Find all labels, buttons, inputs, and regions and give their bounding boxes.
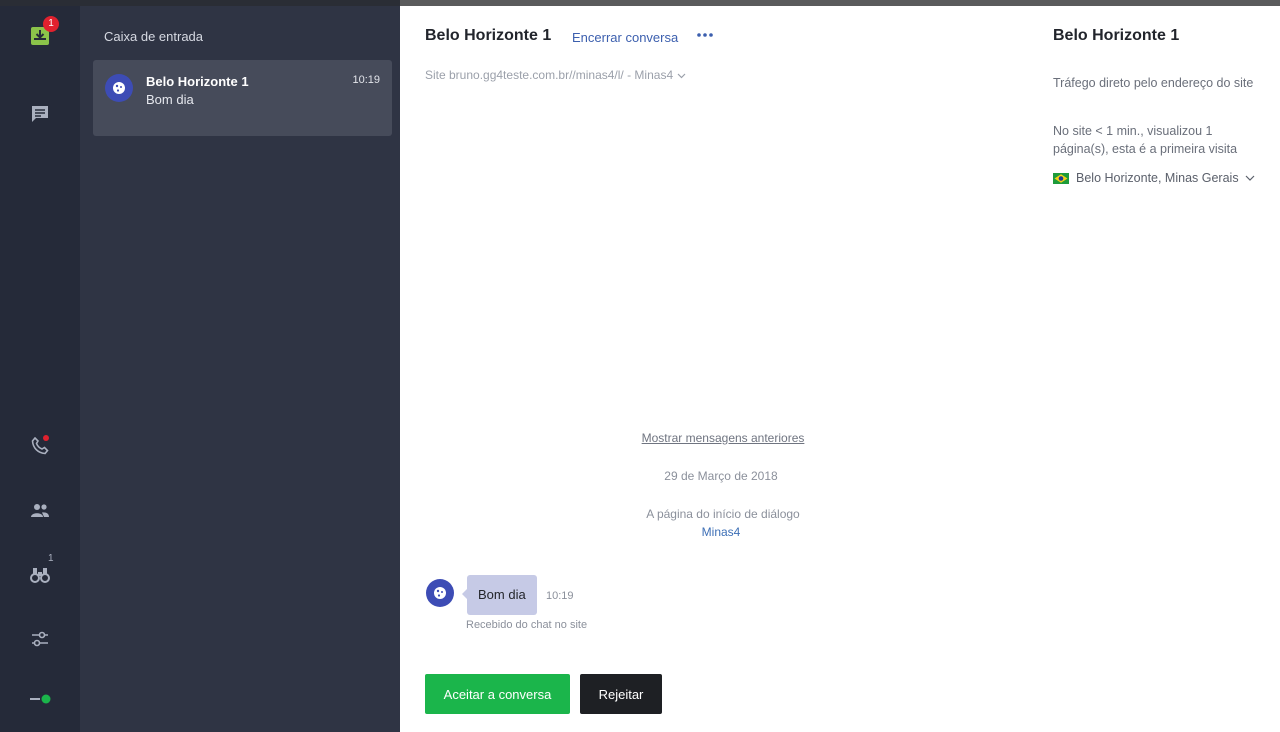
brazil-flag-icon: [1053, 172, 1069, 184]
inbox-title: Caixa de entrada: [104, 29, 204, 44]
people-icon: [31, 504, 49, 517]
contacts-nav-button[interactable]: [26, 497, 54, 525]
chevron-down-icon: [677, 73, 686, 79]
chat-title: Belo Horizonte 1: [425, 27, 552, 44]
message-time: 10:19: [546, 590, 574, 602]
chat-bubble-icon: [32, 106, 48, 122]
site-source-dropdown[interactable]: Site bruno.gg4teste.com.br//minas4/l/ - …: [425, 68, 686, 82]
sliders-icon: [32, 631, 48, 647]
conversation-item[interactable]: Belo Horizonte 1 10:19 Bom dia: [93, 60, 392, 136]
online-status-icon: [30, 694, 51, 704]
binoculars-icon: [30, 568, 50, 583]
message-avatar: [426, 579, 454, 607]
calls-alert-dot: [43, 435, 49, 441]
more-options-icon[interactable]: [695, 28, 715, 42]
status-toggle[interactable]: [26, 685, 54, 713]
accept-conversation-button[interactable]: Aceitar a conversa: [425, 674, 570, 714]
visitor-name: Belo Horizonte 1: [1053, 27, 1180, 44]
calls-nav-button[interactable]: [26, 432, 54, 460]
dialog-start-page-link[interactable]: Minas4: [400, 525, 1042, 539]
message-source: Recebido do chat no site: [466, 619, 588, 631]
site-source-text: Site bruno.gg4teste.com.br//minas4/l/ - …: [425, 68, 674, 82]
chevron-down-icon: [1245, 175, 1255, 181]
show-previous-messages-link[interactable]: Mostrar mensagens anteriores: [400, 431, 1046, 445]
reject-button[interactable]: Rejeitar: [580, 674, 662, 714]
location-dropdown[interactable]: Belo Horizonte, Minas Gerais: [1053, 171, 1255, 185]
inbox-badge: 1: [43, 16, 59, 32]
visitor-info-panel: Belo Horizonte 1 Tráfego direto pelo end…: [1030, 6, 1280, 732]
settings-nav-button[interactable]: [26, 625, 54, 653]
date-separator: 29 de Março de 2018: [664, 469, 778, 483]
icon-rail: 1 1: [0, 6, 80, 732]
cookie-icon: [113, 82, 125, 94]
end-conversation-link[interactable]: Encerrar conversa: [572, 30, 678, 45]
chat-area: Belo Horizonte 1 Encerrar conversa Site …: [400, 6, 1030, 732]
visit-summary: No site < 1 min., visualizou 1 página(s)…: [1053, 124, 1238, 156]
dialog-start-label: A página do início de diálogo: [646, 507, 800, 521]
traffic-source: Tráfego direto pelo endereço do site: [1053, 76, 1254, 90]
inbox-panel: Caixa de entrada Belo Horizonte 1 10:19 …: [80, 6, 400, 732]
visitor-avatar: [105, 74, 133, 102]
visitors-nav-button[interactable]: 1: [26, 553, 54, 589]
conversation-preview: Bom dia: [146, 92, 194, 107]
cookie-icon: [434, 587, 446, 599]
visitors-count: 1: [48, 553, 54, 564]
location-text: Belo Horizonte, Minas Gerais: [1076, 171, 1239, 185]
conversation-time: 10:19: [352, 74, 380, 86]
conversation-name: Belo Horizonte 1: [146, 74, 249, 89]
chats-nav-button[interactable]: [26, 100, 54, 128]
message-bubble: Bom dia: [462, 575, 537, 615]
inbox-nav-button[interactable]: 1: [26, 16, 59, 50]
